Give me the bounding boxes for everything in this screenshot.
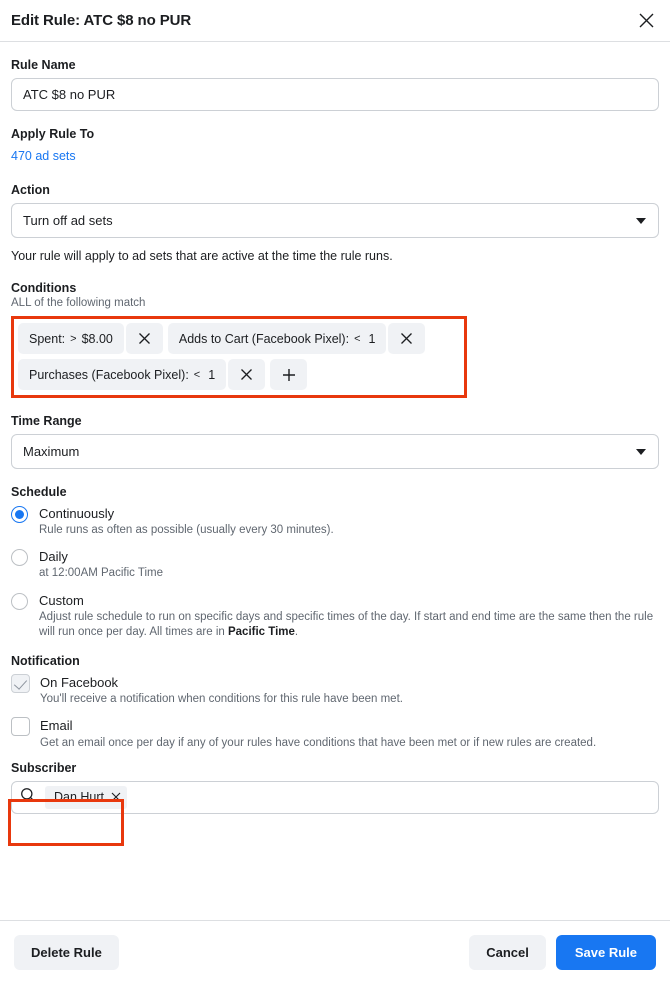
condition-row: Purchases (Facebook Pixel): < 1 [18, 359, 460, 390]
notification-option-desc: Get an email once per day if any of your… [40, 736, 597, 749]
schedule-option-title: Continuously [39, 506, 115, 521]
schedule-option-title: Daily [39, 549, 68, 565]
delete-rule-button[interactable]: Delete Rule [14, 934, 119, 970]
radio-custom[interactable] [11, 592, 28, 610]
time-range-select-wrapper: Maximum [11, 434, 659, 469]
notification-option-on-facebook[interactable]: On Facebook You'll receive a notificatio… [11, 674, 659, 707]
custom-desc-part2: . [294, 625, 299, 638]
condition-operator: > [70, 332, 77, 345]
notification-option-title: Email [40, 718, 73, 734]
condition-metric: Adds to Cart (Facebook Pixel): [178, 331, 350, 346]
page-title: Edit Rule: ATC $8 no PUR [11, 12, 192, 29]
conditions-sublabel: ALL of the following match [11, 297, 146, 309]
close-icon[interactable] [228, 359, 266, 390]
condition-value: $8.00 [81, 331, 113, 346]
close-icon[interactable] [125, 323, 163, 354]
condition-metric: Spent: [29, 331, 66, 346]
notification-option-desc: You'll receive a notification when condi… [40, 693, 403, 706]
schedule-option-text: Continuously Rule runs as often as possi… [39, 505, 334, 538]
schedule-option-daily[interactable]: Daily at 12:00AM Pacific Time [11, 548, 659, 581]
cancel-button[interactable]: Cancel [469, 934, 546, 970]
conditions-list: Spent: > $8.00 Adds to Cart (Facebook Pi… [18, 323, 460, 390]
condition-item: Adds to Cart (Facebook Pixel): < 1 [167, 323, 426, 354]
edit-rule-dialog: Edit Rule: ATC $8 no PUR Rule Name Apply… [0, 0, 670, 983]
notification-option-text: On Facebook You'll receive a notificatio… [40, 674, 403, 707]
search-icon [20, 787, 36, 808]
condition-row: Spent: > $8.00 Adds to Cart (Facebook Pi… [18, 323, 460, 354]
condition-metric: Purchases (Facebook Pixel): [29, 367, 189, 382]
footer-actions: Cancel Save Rule [469, 934, 656, 970]
notification-option-title: On Facebook [40, 675, 119, 691]
condition-chip[interactable]: Spent: > $8.00 [18, 323, 124, 354]
dialog-body: Rule Name Apply Rule To 470 ad sets Acti… [0, 42, 670, 920]
condition-chip[interactable]: Purchases (Facebook Pixel): < 1 [18, 359, 227, 390]
schedule-option-desc: Rule runs as often as possible (usually … [39, 524, 334, 537]
custom-desc-bold: Pacific Time [227, 625, 295, 638]
time-range-label: Time Range [11, 414, 82, 428]
condition-operator: < [193, 368, 201, 381]
checkbox-on-facebook[interactable] [11, 674, 30, 694]
schedule-option-title: Custom [39, 592, 84, 608]
condition-value: 1 [368, 331, 376, 346]
radio-daily[interactable] [11, 549, 28, 567]
close-icon[interactable] [111, 792, 121, 802]
condition-operator: < [354, 332, 361, 345]
action-select[interactable]: Turn off ad sets [11, 203, 659, 238]
subscriber-token[interactable]: Dan Hurt [45, 785, 128, 809]
schedule-option-custom[interactable]: Custom Adjust rule schedule to run on sp… [11, 592, 659, 641]
schedule-option-continuously[interactable]: Continuously Rule runs as often as possi… [11, 505, 659, 538]
dialog-header: Edit Rule: ATC $8 no PUR [0, 0, 670, 42]
action-select-wrapper: Turn off ad sets [11, 203, 659, 238]
close-icon[interactable] [388, 323, 426, 354]
schedule-option-desc: Adjust rule schedule to run on specific … [39, 610, 659, 640]
subscriber-token-name: Dan Hurt [54, 790, 105, 805]
condition-item: Purchases (Facebook Pixel): < 1 [18, 359, 266, 390]
condition-value: 1 [208, 367, 216, 382]
schedule-option-text: Daily at 12:00AM Pacific Time [39, 548, 163, 581]
time-range-select[interactable]: Maximum [11, 434, 659, 469]
dialog-footer: Delete Rule Cancel Save Rule [0, 920, 670, 983]
custom-desc-part1: Adjust rule schedule to run on specific … [39, 610, 654, 638]
condition-item: Spent: > $8.00 [18, 323, 163, 354]
checkbox-email[interactable] [11, 717, 30, 737]
schedule-option-text: Custom Adjust rule schedule to run on sp… [39, 592, 659, 641]
notification-option-text: Email Get an email once per day if any o… [40, 717, 596, 750]
close-icon[interactable] [634, 9, 658, 33]
plus-icon[interactable] [270, 359, 308, 390]
apply-rule-to-label: Apply Rule To [11, 127, 95, 141]
conditions-label: Conditions [11, 281, 77, 295]
rule-name-label: Rule Name [11, 58, 76, 72]
ad-sets-link[interactable]: 470 ad sets [11, 149, 76, 163]
rule-name-input[interactable] [11, 78, 659, 111]
subscriber-field[interactable]: Dan Hurt [11, 780, 659, 814]
subscriber-label: Subscriber [11, 760, 77, 775]
action-note: Your rule will apply to ad sets that are… [11, 249, 393, 263]
save-rule-button[interactable]: Save Rule [555, 934, 656, 970]
conditions-highlight-box: Spent: > $8.00 Adds to Cart (Facebook Pi… [11, 316, 467, 398]
radio-continuously[interactable] [11, 506, 28, 523]
notification-option-email[interactable]: Email Get an email once per day if any o… [11, 717, 659, 750]
action-label: Action [11, 183, 50, 197]
notification-label: Notification [11, 654, 80, 669]
condition-chip[interactable]: Adds to Cart (Facebook Pixel): < 1 [167, 323, 387, 354]
schedule-option-desc: at 12:00AM Pacific Time [39, 567, 163, 580]
schedule-label: Schedule [11, 485, 67, 499]
